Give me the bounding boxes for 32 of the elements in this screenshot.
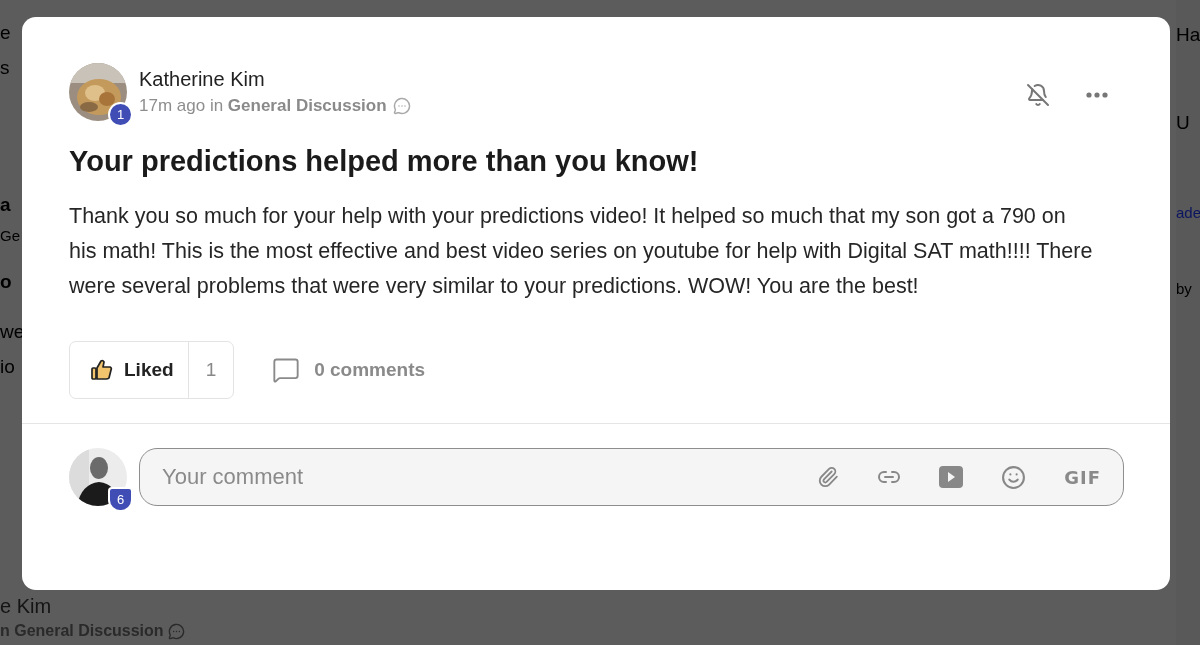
text-fragment: Ge: [0, 226, 21, 246]
mute-notifications-button[interactable]: [1026, 83, 1050, 107]
chat-icon: [167, 622, 185, 640]
post-title: Your predictions helped more than you know!: [69, 145, 700, 178]
attach-button[interactable]: [817, 466, 840, 488]
text-fragment: a: [0, 193, 12, 217]
emoji-button[interactable]: [1001, 464, 1027, 490]
text-fragment: io: [0, 355, 16, 379]
text-fragment: Ha: [1176, 23, 1200, 47]
like-button[interactable]: Liked: [70, 342, 188, 398]
text-fragment: we: [0, 320, 22, 344]
comment-field[interactable]: Your comment GIF: [139, 448, 1124, 506]
text-fragment: U: [1176, 111, 1191, 135]
author-name: e Kim: [0, 595, 53, 618]
text-fragment: e: [0, 21, 12, 45]
link-fragment[interactable]: ade: [1176, 200, 1200, 226]
speech-bubble-icon: [272, 356, 301, 384]
comments-button[interactable]: 0 comments: [272, 356, 426, 384]
author-name: Katherine Kim: [139, 68, 266, 91]
video-button[interactable]: [939, 466, 964, 488]
level-badge: 1: [108, 102, 133, 127]
more-button[interactable]: [1086, 92, 1108, 98]
text-fragment: by: [1176, 279, 1193, 299]
post-meta: 17m ago in General Discussion: [139, 96, 387, 116]
more-icon: [1086, 92, 1108, 98]
gif-button[interactable]: GIF: [1064, 466, 1101, 488]
text-fragment: s: [0, 56, 11, 80]
text-fragment: o: [0, 270, 13, 294]
level-badge: 6: [108, 487, 133, 512]
like-count: 1: [187, 342, 234, 398]
post-body: Thank you so much for your help with your predictions video! It helped so much that my son got a 790 on his math! This is the most effective and best video series on youtube for help with Digital SAT math!!!! There were several problems that were very similar to your predictions. WOW! You are the best!: [69, 203, 1094, 300]
chat-icon: [392, 97, 411, 115]
